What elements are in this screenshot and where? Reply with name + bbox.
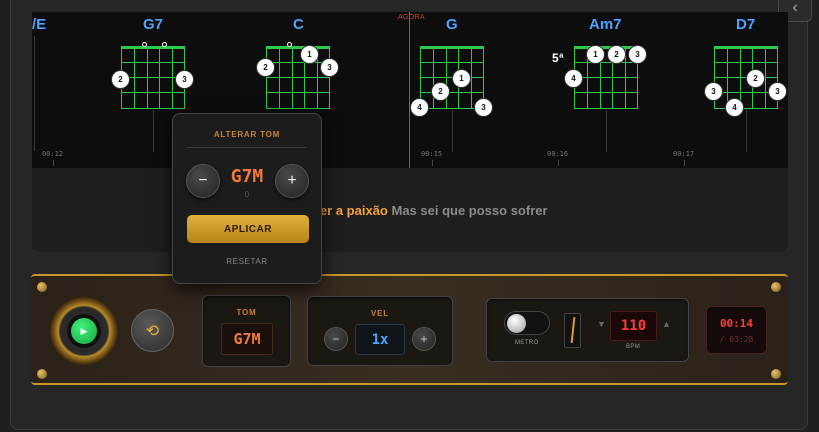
- vel-panel: VEL − 1x +: [307, 296, 453, 366]
- chord-label[interactable]: C: [293, 16, 304, 33]
- metronome-needle: [564, 313, 581, 348]
- chord-diagram: 2 3 3 4: [704, 46, 787, 117]
- time-marker: 00:17: [673, 150, 695, 158]
- beat-line: [153, 110, 154, 152]
- vel-display: 1x: [355, 324, 405, 355]
- metronome-panel: METRO ▼ 110 ▲ BPM: [486, 298, 689, 362]
- bpm-label: BPM: [626, 344, 641, 350]
- chord-label[interactable]: Am7: [589, 16, 622, 33]
- play-icon: ▶: [80, 325, 88, 336]
- screw-icon: [37, 369, 47, 379]
- lyric-highlight: der a paixão: [312, 203, 388, 218]
- beat-line: [606, 110, 607, 152]
- tom-panel: TOM G7M: [202, 295, 291, 367]
- tom-display[interactable]: G7M: [221, 323, 273, 355]
- loop-button[interactable]: ⟲: [131, 309, 174, 352]
- fret-position-label: 5ª: [552, 51, 564, 65]
- chord-diagram: 1 2 3: [256, 42, 339, 109]
- bpm-up-arrow[interactable]: ▲: [662, 319, 671, 329]
- bpm-down-arrow[interactable]: ▼: [597, 319, 606, 329]
- playhead: [409, 12, 410, 168]
- chord-diagram: 1 2 4 3: [410, 46, 493, 117]
- chord-label[interactable]: /E: [32, 16, 46, 33]
- time-marker: 00:12: [42, 150, 64, 158]
- bpm-display: 110: [610, 311, 657, 341]
- time-marker: 00:16: [547, 150, 569, 158]
- screw-icon: [37, 282, 47, 292]
- loop-icon: ⟲: [145, 322, 160, 340]
- screw-icon: [771, 282, 781, 292]
- beat-line: [34, 36, 35, 151]
- play-button[interactable]: ▶: [71, 318, 97, 344]
- chord-diagram: 2 3: [111, 42, 194, 109]
- vel-plus-button[interactable]: +: [412, 327, 436, 351]
- apply-button[interactable]: APLICAR: [187, 215, 309, 243]
- metronome-toggle[interactable]: [504, 311, 550, 335]
- tom-label: TOM: [236, 308, 257, 317]
- chevron-left-icon: ‹: [792, 0, 798, 16]
- chord-label[interactable]: D7: [736, 16, 755, 33]
- chord-diagram: 1 2 3 4: [564, 45, 647, 109]
- now-label: AGORA: [398, 14, 425, 21]
- time-panel: 00:14 / 03:28: [706, 306, 767, 354]
- time-current: 00:14: [719, 317, 754, 330]
- chord-label[interactable]: G: [446, 16, 458, 33]
- divider: [187, 147, 307, 148]
- lyric-rest: Mas sei que posso sofrer: [387, 203, 548, 218]
- time-marker: 00:15: [421, 150, 443, 158]
- transpose-popup: ALTERAR TOM − G7M 0 + APLICAR RESETAR: [172, 113, 322, 284]
- screw-icon: [771, 369, 781, 379]
- chord-label[interactable]: G7: [143, 16, 163, 33]
- beat-line: [746, 110, 747, 152]
- metro-label: METRO: [515, 340, 539, 346]
- vel-label: VEL: [371, 309, 389, 318]
- popup-title: ALTERAR TOM: [213, 130, 281, 139]
- chord-timeline: /E G7 C G Am7 D7 2 3 1 2 3 1 2 4 3 5ª 1 …: [32, 12, 788, 168]
- play-dial: ▶: [49, 296, 119, 366]
- lyric-line: der a paixão Mas sei que posso sofrer: [312, 203, 548, 218]
- vel-minus-button[interactable]: −: [324, 327, 348, 351]
- time-total: / 03:28: [719, 335, 754, 344]
- transpose-plus-button[interactable]: +: [275, 164, 309, 198]
- reset-button[interactable]: RESETAR: [173, 257, 321, 266]
- beat-line: [452, 110, 453, 152]
